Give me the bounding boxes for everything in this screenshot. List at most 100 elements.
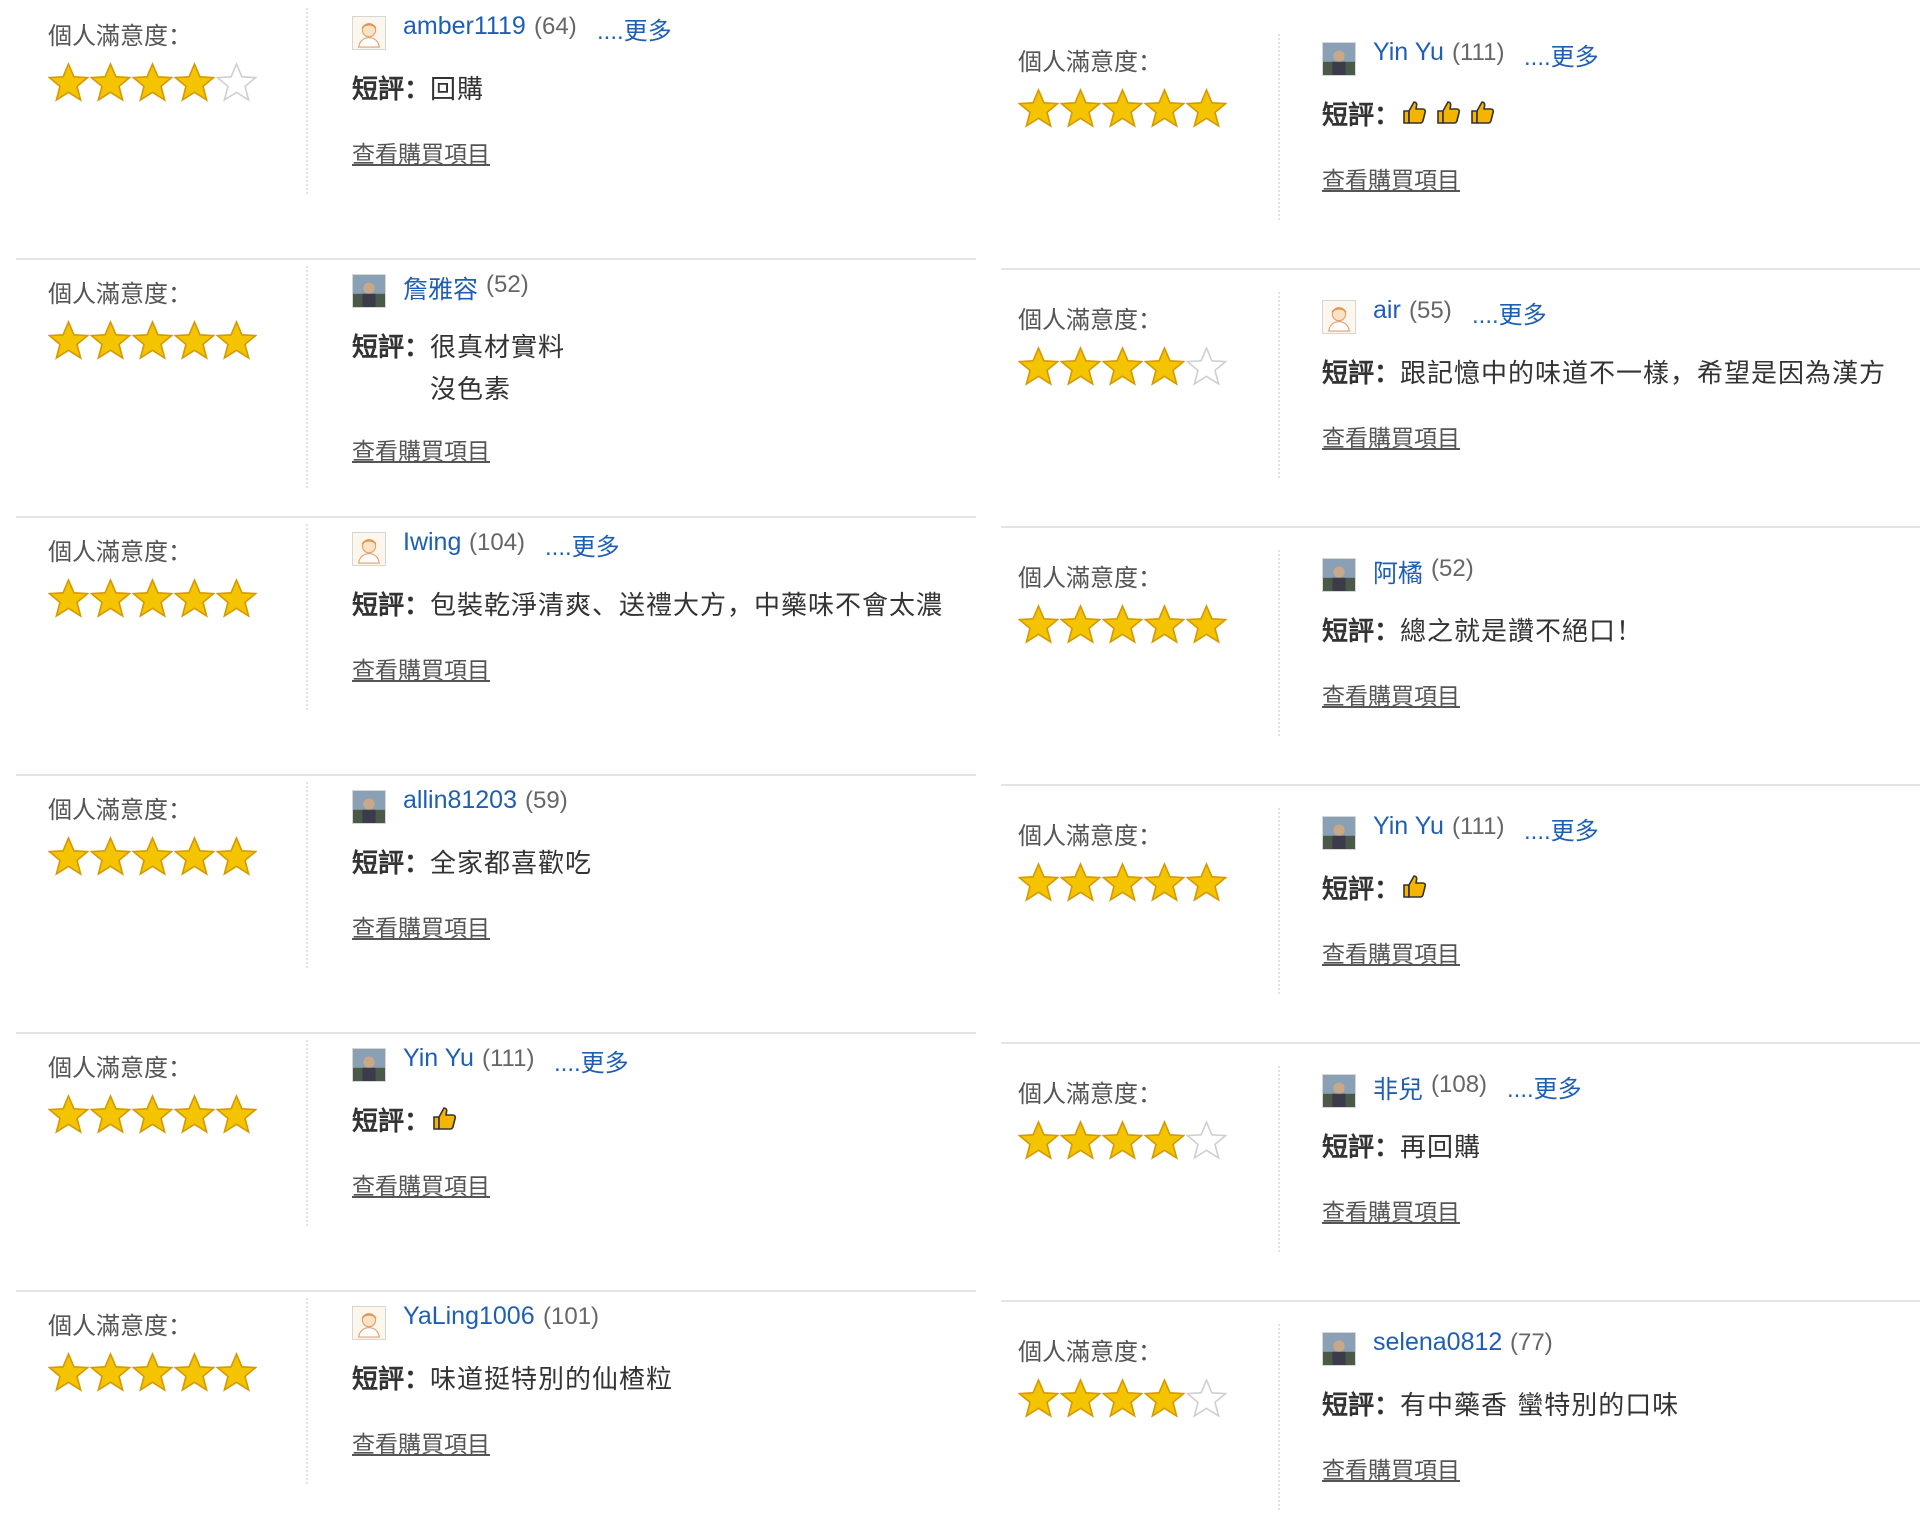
star-filled-icon <box>132 1352 173 1392</box>
review-separator <box>1001 268 1920 270</box>
username-link[interactable]: Yin Yu <box>403 1044 474 1073</box>
column-divider <box>306 266 308 488</box>
star-filled-icon <box>174 320 215 360</box>
username-link[interactable]: allin81203 <box>403 786 517 815</box>
comment-thumbs <box>1400 872 1434 900</box>
photo-avatar-icon[interactable] <box>1322 1074 1356 1108</box>
review-item: 個人滿意度： selena0812 (77) 短評： 有中藥香 蠻特別的口味 查看購買項目 <box>985 1308 1920 1510</box>
comment-label: 短評： <box>352 333 431 363</box>
view-purchased-items-link[interactable]: 查看購買項目 <box>1322 419 1460 453</box>
photo-avatar-icon[interactable] <box>352 1048 386 1082</box>
star-filled-icon <box>132 320 173 360</box>
star-filled-icon <box>216 578 257 618</box>
more-link[interactable]: ....更多 <box>1524 811 1599 846</box>
star-filled-icon <box>90 62 131 102</box>
comment-label: 短評： <box>1322 875 1401 905</box>
review-item: 個人滿意度： Iwing (104) ....更多 短評： 包裝乾淨清爽、送禮大方，中藥味… <box>0 508 980 776</box>
username-link[interactable]: 非兒 <box>1373 1070 1423 1106</box>
rating-stars <box>1018 346 1228 387</box>
username-link[interactable]: Yin Yu <box>1373 812 1444 841</box>
more-link[interactable]: ....更多 <box>554 1043 629 1078</box>
view-purchased-items-link[interactable]: 查看購買項目 <box>352 432 490 466</box>
view-purchased-items-link[interactable]: 查看購買項目 <box>1322 1193 1460 1227</box>
photo-avatar-icon[interactable] <box>1322 42 1356 76</box>
more-link[interactable]: ....更多 <box>545 527 620 562</box>
review-separator <box>1001 1300 1920 1302</box>
more-link[interactable]: ....更多 <box>597 11 672 46</box>
star-filled-icon <box>1060 1378 1101 1418</box>
view-purchased-items-link[interactable]: 查看購買項目 <box>352 1425 490 1459</box>
satisfaction-label: 個人滿意度： <box>1018 1080 1162 1108</box>
view-purchased-items-link[interactable]: 查看購買項目 <box>1322 935 1460 969</box>
view-purchased-items-link[interactable]: 查看購買項目 <box>352 909 490 943</box>
photo-avatar-icon[interactable] <box>352 790 386 824</box>
star-filled-icon <box>1102 1120 1143 1160</box>
view-purchased-items-link[interactable]: 查看購買項目 <box>1322 677 1460 711</box>
view-purchased-items-link[interactable]: 查看購買項目 <box>352 651 490 685</box>
view-purchased-items-link[interactable]: 查看購買項目 <box>1322 161 1460 195</box>
star-filled-icon <box>132 578 173 618</box>
comment-label: 短評： <box>1322 617 1401 647</box>
default-avatar-icon[interactable] <box>352 16 386 50</box>
column-divider <box>1278 1066 1280 1252</box>
username-link[interactable]: Iwing <box>403 528 461 557</box>
view-purchased-items-link[interactable]: 查看購買項目 <box>352 135 490 169</box>
rating-stars <box>48 62 258 103</box>
star-filled-icon <box>1144 604 1185 644</box>
column-divider <box>306 8 308 194</box>
default-avatar-icon[interactable] <box>352 1306 386 1340</box>
view-purchased-items-link[interactable]: 查看購買項目 <box>1322 1451 1460 1485</box>
satisfaction-label: 個人滿意度： <box>48 280 192 308</box>
comment-text-line2: 沒色素 <box>430 375 512 405</box>
photo-avatar-icon[interactable] <box>1322 816 1356 850</box>
star-filled-icon <box>1102 1378 1143 1418</box>
satisfaction-label: 個人滿意度： <box>48 796 192 824</box>
satisfaction-label: 個人滿意度： <box>48 22 192 50</box>
username-link[interactable]: 詹雅容 <box>403 270 478 306</box>
comment-label: 短評： <box>1322 101 1401 131</box>
more-link[interactable]: ....更多 <box>1472 295 1547 330</box>
star-filled-icon <box>1018 88 1059 128</box>
star-filled-icon <box>48 1094 89 1134</box>
thumbs-up-icon <box>1437 101 1461 124</box>
satisfaction-label: 個人滿意度： <box>48 1312 192 1340</box>
review-count: (111) <box>1452 39 1505 66</box>
rating-stars <box>1018 1378 1228 1419</box>
rating-stars <box>48 1352 258 1393</box>
review-count: (111) <box>482 1045 535 1072</box>
column-divider <box>1278 550 1280 736</box>
satisfaction-label: 個人滿意度： <box>1018 822 1162 850</box>
column-divider <box>306 1040 308 1226</box>
photo-avatar-icon[interactable] <box>1322 1332 1356 1366</box>
username-link[interactable]: Yin Yu <box>1373 38 1444 67</box>
rating-stars <box>1018 862 1228 903</box>
star-filled-icon <box>132 836 173 876</box>
rating-stars <box>48 1094 258 1135</box>
star-filled-icon <box>174 62 215 102</box>
satisfaction-label: 個人滿意度： <box>1018 1338 1162 1366</box>
review-item: 個人滿意度： 詹雅容 (52) 短評： 很真材實料 沒色素 查看購買項目 <box>0 250 980 518</box>
default-avatar-icon[interactable] <box>352 532 386 566</box>
username-link[interactable]: selena0812 <box>1373 1328 1502 1357</box>
more-link[interactable]: ....更多 <box>1507 1069 1582 1104</box>
username-link[interactable]: amber1119 <box>403 12 526 41</box>
username-link[interactable]: YaLing1006 <box>403 1302 535 1331</box>
rating-stars <box>48 836 258 877</box>
star-empty-icon <box>1186 346 1227 386</box>
review-count: (108) <box>1431 1071 1488 1098</box>
username-link[interactable]: air <box>1373 296 1401 325</box>
star-filled-icon <box>48 62 89 102</box>
username-link[interactable]: 阿橘 <box>1373 554 1423 590</box>
star-filled-icon <box>216 320 257 360</box>
review-count: (111) <box>1452 813 1505 840</box>
photo-avatar-icon[interactable] <box>1322 558 1356 592</box>
more-link[interactable]: ....更多 <box>1524 37 1599 72</box>
star-filled-icon <box>48 320 89 360</box>
photo-avatar-icon[interactable] <box>352 274 386 308</box>
view-purchased-items-link[interactable]: 查看購買項目 <box>352 1167 490 1201</box>
star-filled-icon <box>1018 1120 1059 1160</box>
default-avatar-icon[interactable] <box>1322 300 1356 334</box>
star-filled-icon <box>132 1094 173 1134</box>
star-empty-icon <box>1186 1378 1227 1418</box>
comment-label: 短評： <box>1322 359 1401 389</box>
